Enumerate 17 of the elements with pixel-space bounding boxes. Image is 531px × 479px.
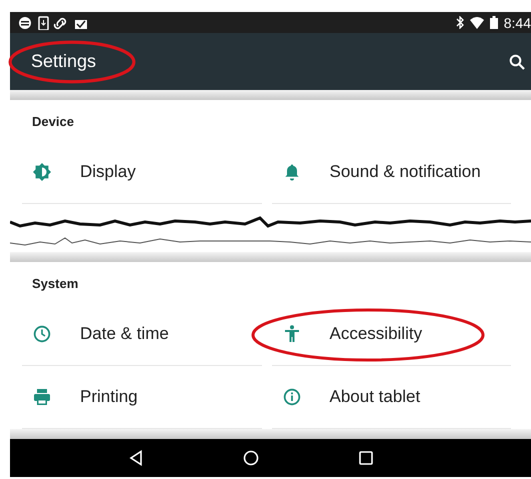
toolbar-title: Settings: [31, 51, 96, 72]
bell-icon: [282, 163, 300, 181]
home-icon[interactable]: [242, 450, 258, 466]
bluetooth-icon: [456, 16, 464, 29]
recents-icon[interactable]: [358, 451, 372, 465]
info-icon: [282, 388, 300, 406]
section-header: System: [31, 275, 80, 293]
search-icon[interactable]: [509, 54, 525, 70]
status-time: 8:44: [504, 14, 531, 30]
brightness-icon: [33, 163, 51, 181]
section-header: Device: [31, 113, 75, 131]
printer-icon: [33, 388, 51, 406]
person-icon: [282, 325, 300, 343]
battery-icon: [490, 16, 498, 29]
clock-icon: [33, 325, 51, 343]
back-icon[interactable]: [128, 450, 142, 466]
wifi-icon: [470, 16, 484, 28]
